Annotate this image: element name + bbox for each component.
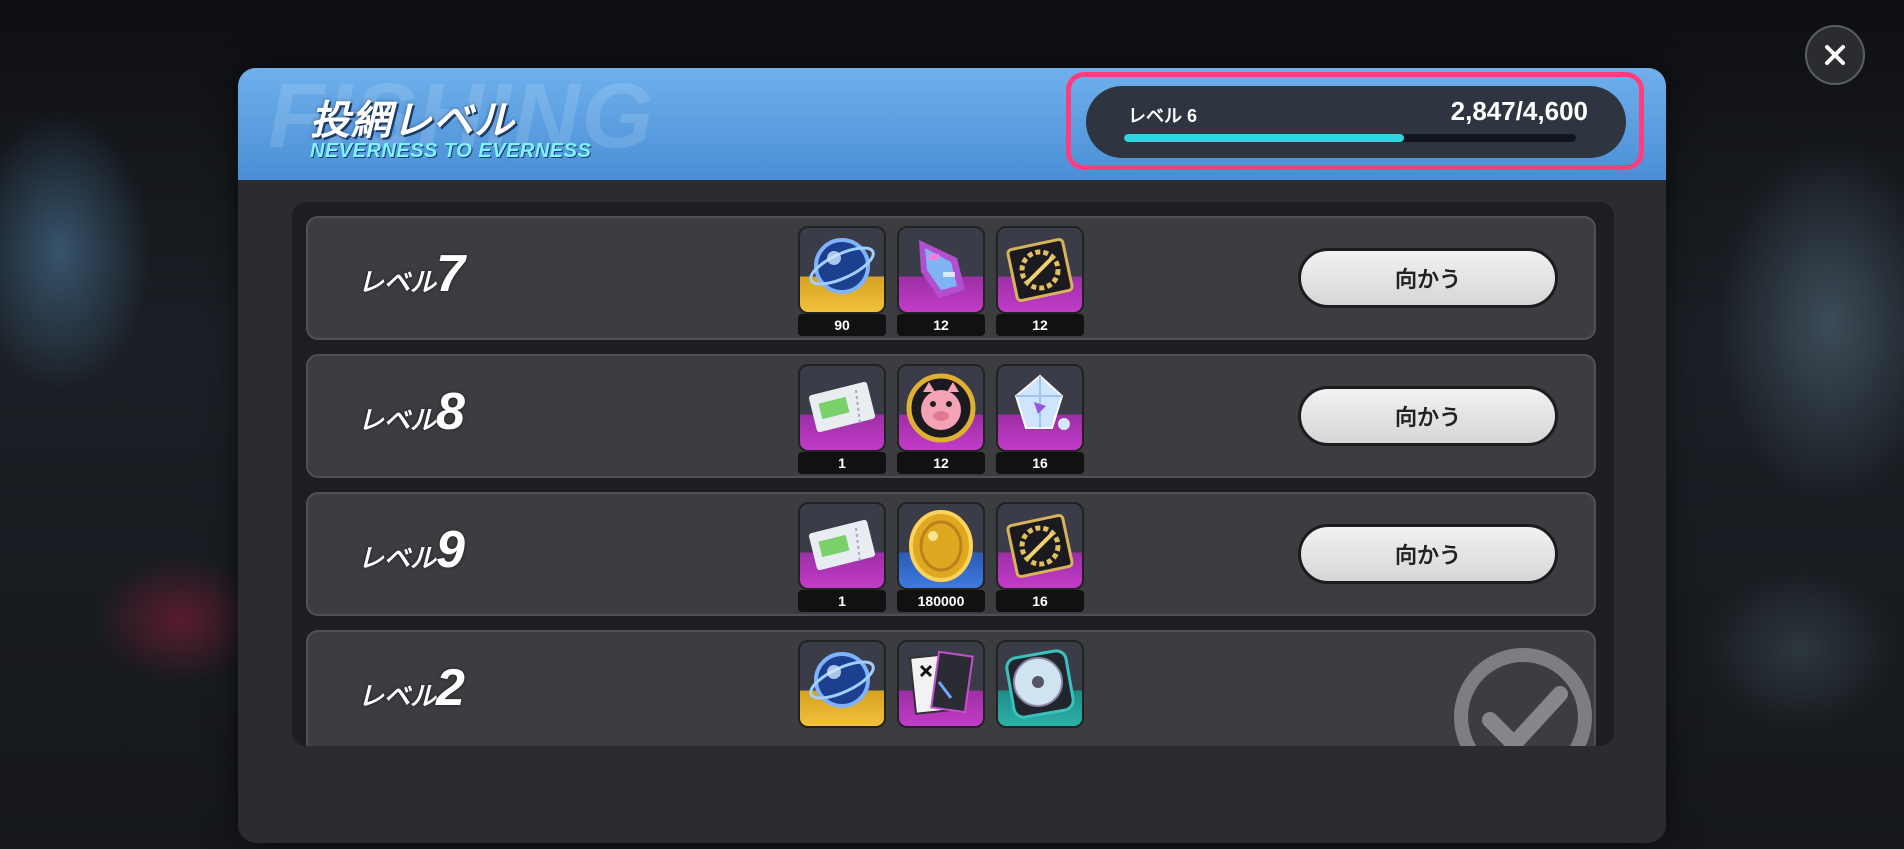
reward-quantity: 180000 (897, 590, 985, 612)
reward-items: 90 12 12 (798, 226, 1084, 336)
cards-icon (897, 640, 985, 728)
reward-quantity: 16 (996, 590, 1084, 612)
reward-items: 1 12 16 (798, 364, 1084, 474)
reward-item[interactable] (798, 640, 886, 728)
panel-header: FISHING 投網レベル NEVERNESS TO EVERNESS レベル … (238, 68, 1666, 180)
reward-item[interactable]: 12 (897, 364, 985, 474)
close-button[interactable] (1805, 25, 1865, 85)
go-button[interactable]: 向かう (1298, 248, 1558, 308)
header-scalloped-edge (238, 172, 1666, 182)
level-number: 7 (436, 245, 465, 303)
level-label-prefix: レベル (358, 405, 437, 435)
level-number: 2 (436, 659, 465, 717)
reward-item[interactable]: 1 (798, 502, 886, 612)
completed-check-icon (1454, 648, 1592, 746)
reward-quantity: 12 (897, 314, 985, 336)
progress-value: 2,847/4,600 (1450, 96, 1588, 126)
reward-item[interactable] (996, 640, 1084, 728)
go-button[interactable]: 向かう (1298, 524, 1558, 584)
pig-badge-icon (897, 364, 985, 452)
fishing-level-panel: FISHING 投網レベル NEVERNESS TO EVERNESS レベル … (238, 68, 1666, 843)
progress-track (1124, 134, 1576, 142)
reward-items: 1 180000 16 (798, 502, 1084, 612)
reward-quantity: 12 (897, 452, 985, 474)
reward-item[interactable]: 12 (996, 226, 1084, 336)
reward-quantity: 12 (996, 314, 1084, 336)
ticket-icon (798, 364, 886, 452)
ticket-icon (798, 502, 886, 590)
go-button[interactable]: 向かう (1298, 386, 1558, 446)
level-number: 8 (436, 383, 465, 441)
glitch-shard-icon (897, 226, 985, 314)
level-label-prefix: レベル (358, 543, 437, 573)
reward-item[interactable]: 90 (798, 226, 886, 336)
panel-title: 投網レベル (310, 99, 515, 143)
level-row: レベル8 1 12 16 向かう (306, 354, 1596, 478)
reward-item[interactable]: 16 (996, 364, 1084, 474)
level-label-prefix: レベル (358, 681, 437, 711)
level-row: レベル7 90 12 12 向かう (306, 216, 1596, 340)
blue-orb-icon (798, 640, 886, 728)
panel-subtitle: NEVERNESS TO EVERNESS (310, 140, 592, 162)
gold-coin-icon (897, 502, 985, 590)
level-label-prefix: レベル (358, 267, 437, 297)
current-level-label: レベル 6 (1128, 106, 1198, 126)
reward-item[interactable]: 16 (996, 502, 1084, 612)
gear-tablet-icon (996, 502, 1084, 590)
reward-item[interactable]: 1 (798, 364, 886, 474)
gear-tablet-icon (996, 226, 1084, 314)
reward-item[interactable]: 180000 (897, 502, 985, 612)
progress-fill (1124, 134, 1404, 142)
level-label: レベル8 (358, 382, 465, 442)
reward-quantity: 90 (798, 314, 886, 336)
level-label: レベル9 (358, 520, 465, 580)
level-number: 9 (436, 521, 465, 579)
reward-items (798, 640, 1084, 728)
close-icon (1825, 45, 1845, 65)
level-label: レベル7 (358, 244, 465, 304)
blue-orb-icon (798, 226, 886, 314)
disc-icon (996, 640, 1084, 728)
level-row: レベル9 1 180000 16 向かう (306, 492, 1596, 616)
reward-quantity: 1 (798, 590, 886, 612)
reward-item[interactable] (897, 640, 985, 728)
reward-quantity: 1 (798, 452, 886, 474)
level-reward-list[interactable]: レベル7 90 12 12 向かう レベル8 1 12 16 向かう レベル9 1 180000 16 向か… (292, 202, 1614, 746)
level-label: レベル2 (358, 658, 465, 718)
level-progress: レベル 6 2,847/4,600 (1086, 86, 1626, 158)
reward-quantity: 16 (996, 452, 1084, 474)
reward-item[interactable]: 12 (897, 226, 985, 336)
crystal-icon (996, 364, 1084, 452)
level-row: レベル2 (306, 630, 1596, 746)
